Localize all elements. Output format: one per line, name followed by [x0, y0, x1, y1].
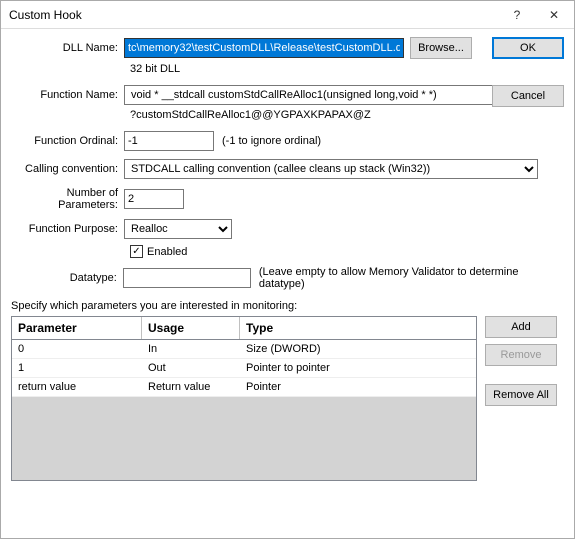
help-button[interactable]: ? [500, 1, 534, 29]
table-row[interactable]: 0 In Size (DWORD) [12, 340, 476, 359]
browse-button[interactable]: Browse... [410, 37, 472, 59]
cell-type: Pointer [240, 378, 476, 396]
titlebar: Custom Hook ? ✕ [1, 1, 574, 29]
enabled-label: Enabled [147, 246, 187, 258]
datatype-input[interactable] [123, 268, 251, 288]
cell-param: 0 [12, 340, 142, 358]
table-header-row: Parameter Usage Type [12, 317, 476, 340]
dll-name-input[interactable] [124, 38, 404, 58]
function-purpose-label: Function Purpose: [11, 223, 124, 235]
cell-usage: Out [142, 359, 240, 377]
calling-convention-select[interactable]: STDCALL calling convention (callee clean… [124, 159, 538, 179]
cancel-button[interactable]: Cancel [492, 85, 564, 107]
function-name-select[interactable]: void * __stdcall customStdCallReAlloc1(u… [124, 85, 538, 105]
cell-param: 1 [12, 359, 142, 377]
num-params-label: Number of Parameters: [11, 187, 124, 211]
table-row[interactable]: return value Return value Pointer [12, 378, 476, 397]
datatype-label: Datatype: [11, 272, 123, 284]
add-button[interactable]: Add [485, 316, 557, 338]
monitor-section-label: Specify which parameters you are interes… [11, 300, 564, 312]
function-ordinal-input[interactable] [124, 131, 214, 151]
header-usage: Usage [142, 317, 240, 339]
table-buttons: Add Remove Remove All [485, 316, 557, 481]
dialog-content: OK Cancel DLL Name: Browse... 32 bit DLL… [1, 29, 574, 489]
ok-button[interactable]: OK [492, 37, 564, 59]
dll-name-label: DLL Name: [11, 42, 124, 54]
cell-type: Pointer to pointer [240, 359, 476, 377]
table-row[interactable]: 1 Out Pointer to pointer [12, 359, 476, 378]
header-parameter: Parameter [12, 317, 142, 339]
cell-param: return value [12, 378, 142, 396]
ordinal-hint: (-1 to ignore ordinal) [222, 135, 321, 147]
remove-all-button[interactable]: Remove All [485, 384, 557, 406]
cell-usage: Return value [142, 378, 240, 396]
header-type: Type [240, 317, 476, 339]
datatype-hint: (Leave empty to allow Memory Validator t… [259, 266, 564, 290]
function-name-label: Function Name: [11, 89, 124, 101]
parameters-table[interactable]: Parameter Usage Type 0 In Size (DWORD) 1… [11, 316, 477, 481]
calling-convention-label: Calling convention: [11, 163, 124, 175]
function-purpose-select[interactable]: Realloc [124, 219, 232, 239]
window-title: Custom Hook [9, 8, 500, 22]
remove-button[interactable]: Remove [485, 344, 557, 366]
dialog-right-buttons: OK Cancel [492, 37, 564, 107]
enabled-checkbox[interactable]: ✓ [130, 245, 143, 258]
function-ordinal-label: Function Ordinal: [11, 135, 124, 147]
num-params-input[interactable] [124, 189, 184, 209]
cell-usage: In [142, 340, 240, 358]
cell-type: Size (DWORD) [240, 340, 476, 358]
function-mangled-name: ?customStdCallReAlloc1@@YGPAXKPAPAX@Z [130, 109, 564, 121]
close-button[interactable]: ✕ [534, 1, 574, 29]
